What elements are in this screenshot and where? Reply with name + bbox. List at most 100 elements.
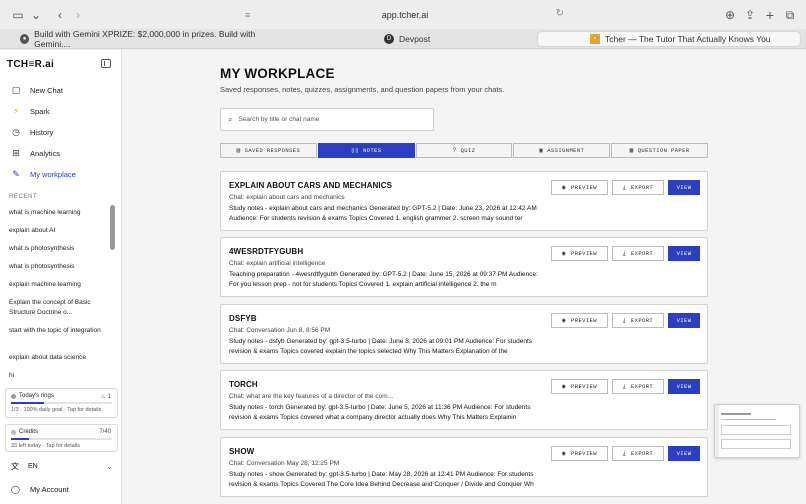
my-account-button[interactable]: ◯ My Account [0, 482, 121, 497]
reader-icon[interactable]: ≡ [245, 10, 250, 20]
note-description: Study notes - show Generated by: gpt-3.5… [229, 471, 534, 488]
search-box[interactable]: ⌕ [220, 108, 434, 131]
account-label: My Account [29, 485, 69, 494]
book-icon: ▯▯ [350, 147, 359, 154]
download-icon[interactable]: ⊕ [722, 7, 738, 23]
view-button[interactable]: VIEW [668, 246, 700, 261]
forward-icon[interactable]: › [70, 7, 86, 23]
recent-chat-item[interactable]: start with the topic of integration [9, 326, 111, 336]
download-icon: ⤓ [622, 183, 626, 191]
tab-saved-responses[interactable]: ▤ SAVED RESPONSES [220, 143, 317, 158]
main-content: MY WORKPLACE Saved responses, notes, qui… [122, 50, 806, 504]
tab-quiz[interactable]: ? QUIZ [415, 143, 513, 158]
note-chat: Chat: explain artificial intelligence [229, 260, 326, 267]
sidebar-item-analytics[interactable]: ⊞ Analytics [0, 145, 121, 162]
language-label: EN [28, 463, 38, 470]
share-icon[interactable]: ⇪ [742, 7, 758, 23]
collapse-sidebar-icon[interactable] [101, 59, 111, 68]
sidebar-item-new-chat[interactable]: ▢ New Chat [0, 82, 121, 99]
recent-chat-item[interactable]: hi [9, 371, 111, 381]
note-card: DSFYB Chat: Conversation Jun 8, 8:56 PM … [220, 304, 708, 364]
preview-button[interactable]: ◉ PREVIEW [551, 313, 608, 328]
view-button[interactable]: VIEW [668, 313, 700, 328]
rings-title: Today's rings [11, 393, 54, 399]
tab-label: Build with Gemini XPRIZE: $2,000,000 in … [34, 29, 256, 49]
translate-icon: 文 [11, 462, 19, 471]
recent-chat-item[interactable]: what is photosynthesis [9, 244, 111, 254]
recent-chat-item[interactable]: explain about AI [9, 226, 111, 236]
language-selector[interactable]: 文 EN ⌄ [0, 459, 121, 474]
export-button[interactable]: ⤓ EXPORT [612, 379, 664, 394]
recent-chat-item[interactable]: explain about data science [9, 353, 111, 363]
button-label: VIEW [676, 250, 692, 257]
nav-label: Analytics [30, 149, 61, 158]
sidebar-item-spark[interactable]: ⚡ Spark [0, 103, 121, 120]
chevron-down-icon: ⌄ [106, 462, 113, 471]
thumbnail-card [721, 439, 791, 449]
edit-icon: ✎ [12, 169, 20, 179]
credits-count: 7/40 [99, 429, 111, 435]
address-bar[interactable]: ≡ app.tcher.ai ↻ [240, 5, 570, 24]
note-title: SHOW [229, 447, 255, 456]
sidebar-item-history[interactable]: ◷ History [0, 124, 121, 141]
credits-title-text: Credits [19, 429, 39, 435]
sidebar-item-my-workplace[interactable]: ✎ My workplace [0, 166, 121, 183]
view-button[interactable]: VIEW [668, 446, 700, 461]
chevron-down-icon[interactable]: ⌄ [28, 7, 44, 23]
tab-assignment[interactable]: ▣ ASSIGNMENT [513, 143, 611, 158]
button-label: PREVIEW [571, 184, 597, 191]
preview-button[interactable]: ◉ PREVIEW [551, 446, 608, 461]
tab-devpost[interactable]: D Devpost [378, 31, 528, 47]
reload-icon[interactable]: ↻ [556, 8, 564, 19]
thumbnail-sidebar [715, 405, 719, 457]
credits-subtext: 33 left today · Tap for details [11, 443, 80, 449]
tab-label: Tcher — The Tutor That Actually Knows Yo… [605, 34, 771, 44]
preview-button[interactable]: ◉ PREVIEW [551, 180, 608, 195]
view-button[interactable]: VIEW [668, 379, 700, 394]
recent-chat-item[interactable]: what is photosynthesis [9, 262, 111, 272]
sidebar-toggle-icon[interactable]: ▭ [10, 7, 26, 23]
preview-button[interactable]: ◉ PREVIEW [551, 379, 608, 394]
lightning-icon: ⚡ [12, 106, 20, 116]
button-label: VIEW [676, 383, 692, 390]
preview-button[interactable]: ◉ PREVIEW [551, 246, 608, 261]
tab-question-paper[interactable]: ▦ QUESTION PAPER [611, 143, 708, 158]
nav-label: Spark [30, 107, 50, 116]
view-button[interactable]: VIEW [668, 180, 700, 195]
recent-chat-item[interactable]: what is machine learning [9, 208, 111, 218]
tab-tcher[interactable]: ▪ Tcher — The Tutor That Actually Knows … [537, 31, 801, 47]
tcher-favicon-icon: ▪ [590, 34, 600, 44]
recent-chat-item[interactable]: Explain the concept of Basic Structure D… [9, 298, 111, 318]
nav-label: New Chat [30, 86, 63, 95]
export-button[interactable]: ⤓ EXPORT [612, 246, 664, 261]
button-label: EXPORT [630, 383, 654, 390]
button-label: EXPORT [630, 184, 654, 191]
credits-title: Credits [11, 429, 38, 435]
app-logo[interactable]: TCH≡R.ai [7, 59, 54, 70]
button-label: VIEW [676, 450, 692, 457]
tab-notes[interactable]: ▯▯ NOTES [317, 143, 415, 158]
thumbnail-line [721, 419, 776, 420]
new-tab-icon[interactable]: + [762, 7, 778, 23]
window-thumbnail[interactable] [714, 404, 800, 458]
note-description: Study notes - explain about cars and mec… [229, 205, 537, 222]
export-button[interactable]: ⤓ EXPORT [612, 180, 664, 195]
sidebar: TCH≡R.ai ▢ New Chat ⚡ Spark ◷ History ⊞ … [0, 50, 122, 504]
export-button[interactable]: ⤓ EXPORT [612, 446, 664, 461]
page-title: MY WORKPLACE [220, 66, 335, 81]
tab-xprize[interactable]: ● Build with Gemini XPRIZE: $2,000,000 i… [14, 29, 272, 49]
button-label: PREVIEW [571, 383, 597, 390]
export-button[interactable]: ⤓ EXPORT [612, 313, 664, 328]
tab-label: Devpost [399, 34, 431, 44]
back-icon[interactable]: ‹ [52, 7, 68, 23]
search-input[interactable] [238, 116, 419, 123]
flame-icon: ♨ [100, 394, 106, 400]
sidebar-scrollbar[interactable] [110, 205, 115, 250]
recent-chat-item[interactable]: explain machine learning [9, 280, 111, 290]
content-type-tabs: ▤ SAVED RESPONSES ▯▯ NOTES ? QUIZ ▣ ASSIGNME… [220, 143, 708, 158]
note-title: EXPLAIN ABOUT CARS AND MECHANICS [229, 181, 393, 190]
button-label: PREVIEW [571, 317, 597, 324]
credits-card[interactable]: Credits 7/40 33 left today · Tap for det… [5, 424, 118, 452]
tab-overview-icon[interactable]: ⧉ [782, 7, 798, 23]
todays-rings-card[interactable]: Today's rings ♨ 1 1/3 · 100% daily goal … [5, 388, 118, 418]
